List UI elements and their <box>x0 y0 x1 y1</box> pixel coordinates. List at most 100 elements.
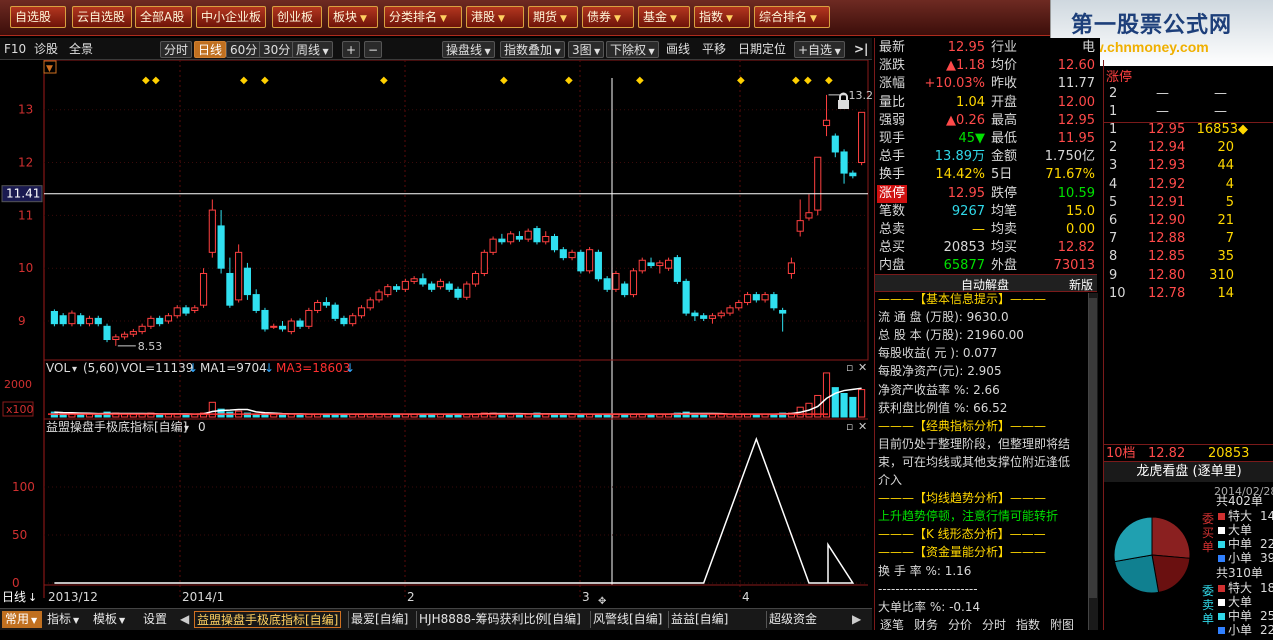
indicator-tab-3[interactable]: HJH8888-筹码获利比例[自编] <box>416 611 583 628</box>
top-menu-9[interactable]: 期货 ▼ <box>528 6 578 28</box>
f10-tab-1[interactable]: 逐笔 <box>880 616 904 630</box>
candle-body <box>243 267 251 296</box>
indicator-tab-2[interactable]: 最爱[自编] <box>348 611 410 628</box>
bottom-tab-4[interactable]: 设置 <box>140 611 170 628</box>
candle-body <box>691 312 699 317</box>
indicator-tab-5[interactable]: 益益[自编] <box>668 611 730 628</box>
buy-volume: 14 <box>1217 285 1234 301</box>
vol-ma1: MA1=9704 <box>200 361 267 375</box>
top-menu-7[interactable]: 分类排名 ▼ <box>384 6 462 28</box>
scroll-right-icon[interactable]: ▶ <box>852 611 864 628</box>
zoom-out-button[interactable]: − <box>364 41 382 58</box>
buy-row: 1 12.95 16853◆ <box>1104 121 1273 139</box>
buy-level: 7 <box>1109 231 1118 247</box>
zhengu-button[interactable]: 诊股 <box>34 41 58 58</box>
bottom-tab-3[interactable]: 模板 ▼ <box>90 611 136 628</box>
quote-value: 9267 <box>951 203 985 219</box>
vol-ma1-line <box>54 387 862 415</box>
period-60[interactable]: 60分 <box>226 41 262 58</box>
top-menu-label: 中小企业板 <box>201 10 262 24</box>
indicator-tab-6[interactable]: 超级资金 <box>766 611 819 628</box>
top-menu-10[interactable]: 债券 ▼ <box>582 6 634 28</box>
top-menu-11[interactable]: 基金 ▼ <box>638 6 690 28</box>
top-menu-label: 基金 <box>643 10 668 24</box>
order-group-item: 大单 <box>1228 595 1253 609</box>
quote-label: 最新 <box>879 40 906 55</box>
top-menu-2[interactable]: 云自选股 <box>72 6 132 28</box>
period-zhouxian[interactable]: 周线 ▼ <box>292 41 333 58</box>
f10-tab-5[interactable]: 指数 <box>1016 616 1040 630</box>
f10-tab-2[interactable]: 财务 <box>914 616 938 630</box>
period-30[interactable]: 30分 <box>259 41 295 58</box>
buy-price: 12.78 <box>1148 285 1186 301</box>
candle-body <box>349 315 357 325</box>
chart-area[interactable]: ▼131211109◆◆◆◆◆◆◆◆◆◆◆◆11.4113.288.53VOL▾… <box>0 60 872 608</box>
sell-price: — <box>1156 104 1169 119</box>
f10-tab-4[interactable]: 分时 <box>982 616 1006 630</box>
f10-tab-3[interactable]: 分价 <box>948 616 972 630</box>
add-watchlist-dropdown[interactable]: +自选 ▼ <box>794 41 845 58</box>
quote-label: 换手 <box>879 167 906 183</box>
lock-shackle <box>839 92 848 100</box>
quanjing-button[interactable]: 全景 <box>69 41 93 58</box>
f10-tab-6[interactable]: 附图 <box>1050 616 1074 630</box>
indicator-tab-4[interactable]: 风警线[自编] <box>590 611 664 628</box>
order-group-item: 中单 <box>1228 537 1253 551</box>
candle <box>121 331 129 340</box>
order-group-val: 14 <box>1260 509 1273 523</box>
event-marker-icon: ◆ <box>261 75 269 86</box>
indicator-tab-1[interactable]: 益盟操盘手极底指标[自编] <box>194 611 342 628</box>
candle <box>366 297 374 311</box>
zoom-in-button[interactable]: + <box>342 41 360 58</box>
top-menu-4[interactable]: 中小企业板 <box>196 6 266 28</box>
order-group-buy_group: 委买单 共402单 特大 14 大单 中单 22 小单 39 <box>1198 494 1273 568</box>
period-rixian[interactable]: 日线 <box>194 41 227 58</box>
candle-body <box>586 249 594 272</box>
period-fenshi[interactable]: 分时 <box>160 41 193 58</box>
top-menu-12[interactable]: 指数 ▼ <box>694 6 750 28</box>
f10-line: 大单比率 %: -0.14 <box>878 599 981 614</box>
quote-row: 换手 14.42% 5日 71.67% <box>875 166 1101 184</box>
f10-scroll-thumb[interactable] <box>1089 298 1097 598</box>
scroll-left-icon[interactable]: ◀ <box>180 611 190 628</box>
top-menu-5[interactable]: 创业板 <box>272 6 322 28</box>
candle <box>849 170 857 179</box>
index-overlay-dropdown[interactable]: 指数叠加 ▼ <box>500 41 565 58</box>
bottom-tab-2[interactable]: 指标 ▼ <box>44 611 84 628</box>
top-menu-label: 港股 <box>471 10 496 24</box>
y-tick-label: 13 <box>18 103 33 117</box>
bottom-tab-label: 设置 <box>143 612 168 626</box>
y-tick-label: 11 <box>18 208 33 222</box>
top-menu-6[interactable]: 板块 ▼ <box>328 6 378 28</box>
buy-level: 8 <box>1109 249 1118 265</box>
layout-dropdown[interactable]: 3图 ▼ <box>568 41 605 58</box>
adjust-dropdown[interactable]: 下除权 ▼ <box>606 41 659 58</box>
candle-body <box>498 238 506 243</box>
date-locate-button[interactable]: 日期定位 <box>738 41 786 58</box>
candle <box>270 323 278 329</box>
f10-button[interactable]: F10 <box>4 41 26 58</box>
pan-button[interactable]: 平移 <box>702 41 726 58</box>
candle <box>559 247 567 261</box>
order-group-item: 中单 <box>1228 609 1253 623</box>
candle-body <box>445 283 453 290</box>
draw-line-button[interactable]: 画线 <box>666 41 690 58</box>
candle-body <box>717 312 725 317</box>
candle <box>787 257 795 279</box>
quote-value-2: 12.95 <box>1057 112 1095 128</box>
bottom-tab-label: 指标 <box>47 612 72 626</box>
panel-collapse-icon[interactable]: >| <box>854 41 868 58</box>
high-price-label: 13.28 <box>849 89 872 102</box>
top-menu-1[interactable]: 自选股 <box>10 6 66 28</box>
top-menu-13[interactable]: 综合排名 ▼ <box>754 6 830 28</box>
caopan-dropdown[interactable]: 操盘线 ▼ <box>442 41 495 58</box>
top-menu-3[interactable]: 全部A股 <box>135 6 192 28</box>
top-menu-8[interactable]: 港股 ▼ <box>466 6 524 28</box>
summary-price: 12.82 <box>1148 446 1186 461</box>
bottom-tab-1[interactable]: 常用 ▼ <box>2 611 42 628</box>
pie-slice <box>1151 516 1191 559</box>
order-group-side: 委卖单 <box>1202 584 1215 626</box>
order-group-row: 小单 22 <box>1218 623 1273 637</box>
chevron-down-icon: ▼ <box>119 616 126 625</box>
order-group-item: 小单 <box>1228 623 1253 637</box>
